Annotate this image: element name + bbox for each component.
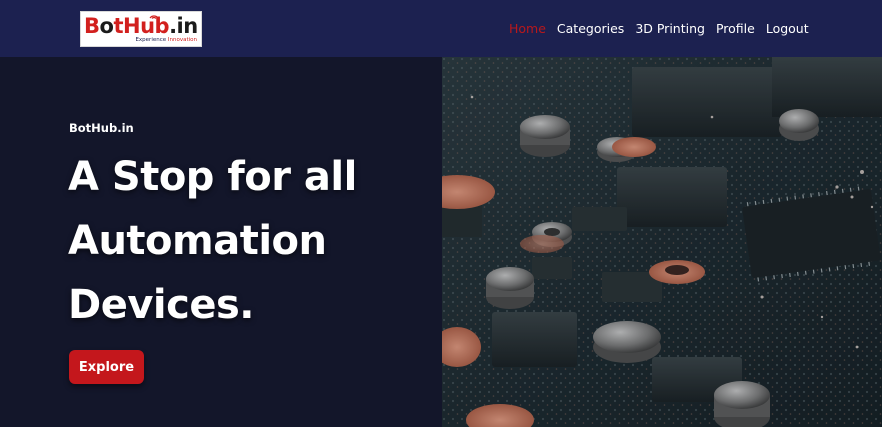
main-nav: Home Categories 3D Printing Profile Logo… [509,20,809,38]
nav-categories-link[interactable]: Categories [557,20,624,38]
wifi-signal-icon [149,15,159,19]
circuit-board-image [442,57,882,427]
headline-line-3: Devices. [68,282,254,328]
hero-eyebrow: BotHub.in [69,121,134,135]
logo-wordmark: BotHub.in [84,14,198,38]
nav-3d-printing-link[interactable]: 3D Printing [635,20,705,38]
bothub-logo[interactable]: BotHub.in Experience Innovation [80,11,202,47]
headline-line-2: Automation [68,218,327,264]
headline-line-1: A Stop for all [68,154,357,200]
hero-headline: A Stop for all Automation Devices. [68,145,438,337]
hero-image-panel [442,57,882,427]
nav-home-link[interactable]: Home [509,20,546,38]
nav-logout-link[interactable]: Logout [766,20,809,38]
nav-profile-link[interactable]: Profile [716,20,755,38]
logo-tagline: Experience Innovation [135,37,197,43]
hero-text-panel: BotHub.in A Stop for all Automation Devi… [0,57,442,427]
top-navbar: BotHub.in Experience Innovation Home Cat… [0,0,882,57]
explore-button[interactable]: Explore [69,350,144,384]
logo-robot-o: o [99,14,114,38]
